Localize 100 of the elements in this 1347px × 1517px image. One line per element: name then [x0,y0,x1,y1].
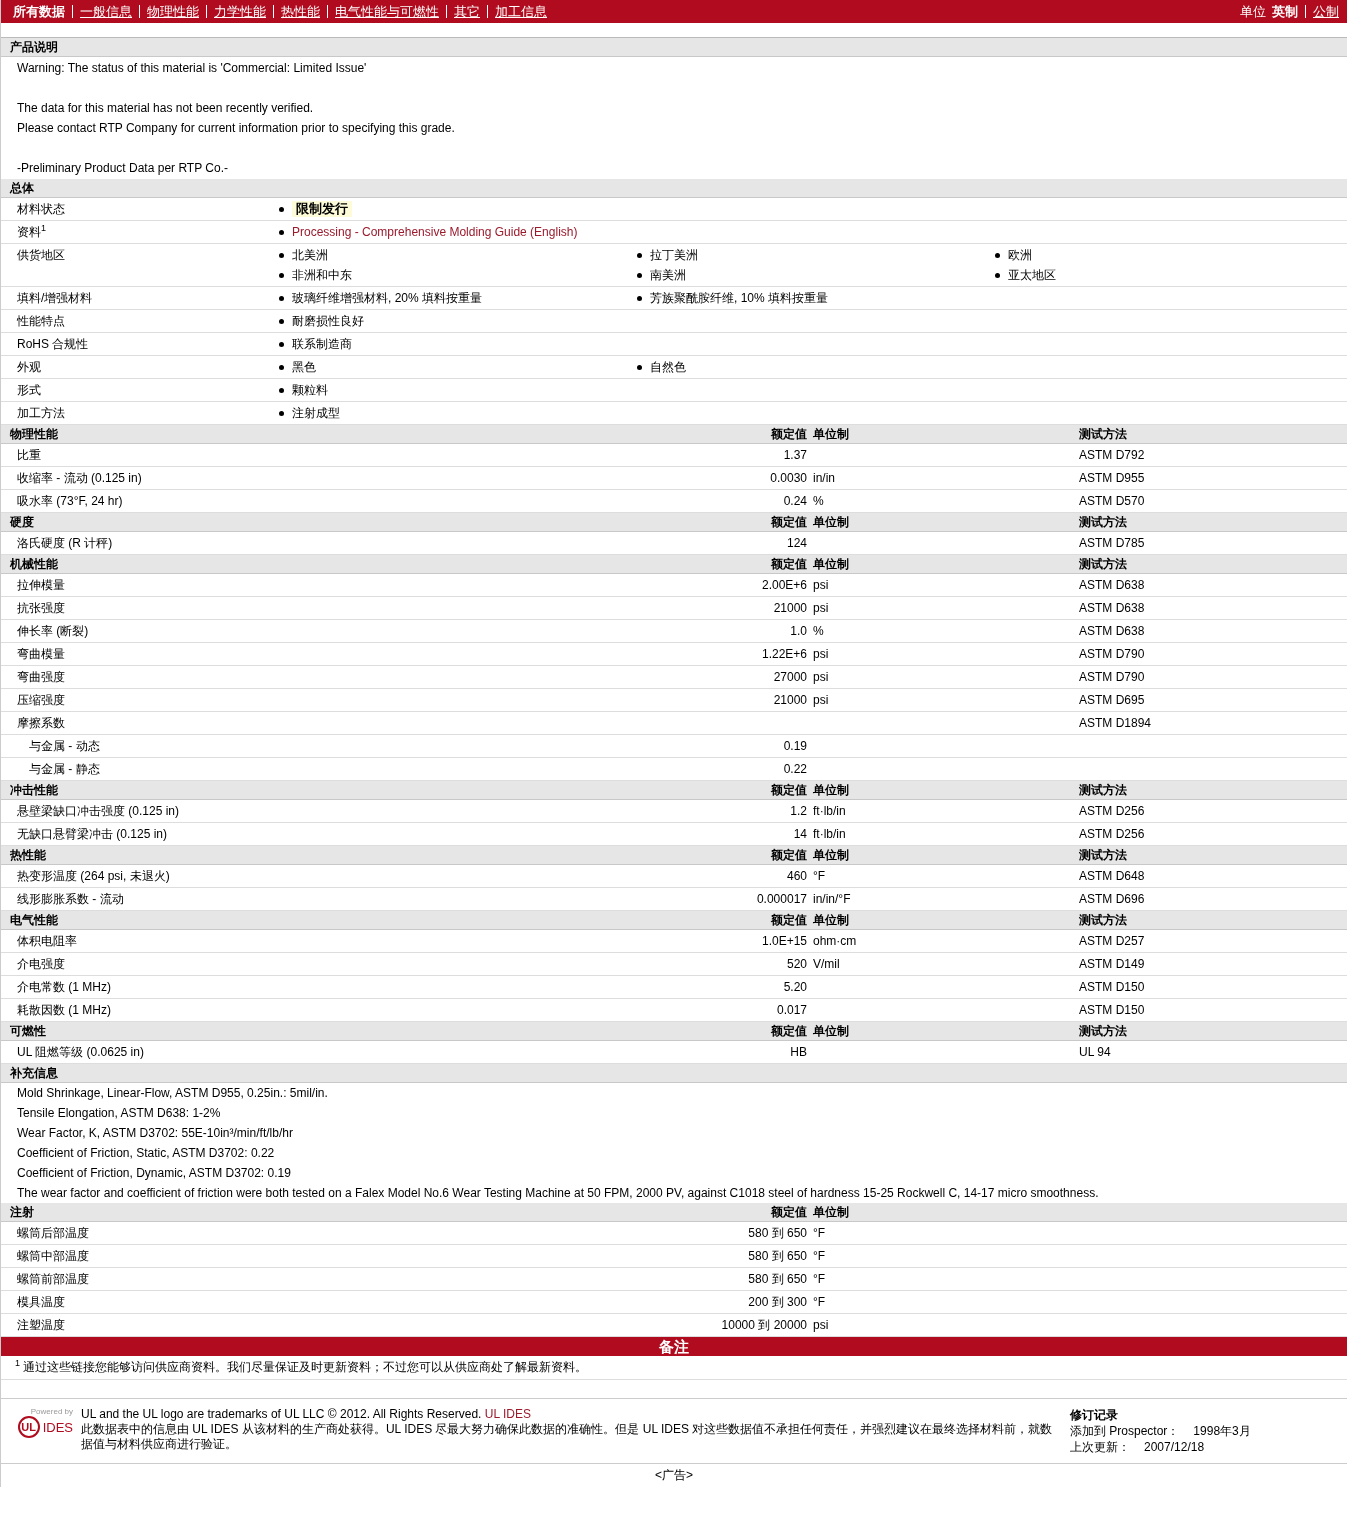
property-name: 拉伸模量 [16,576,66,594]
test-method: ASTM D638 [1079,601,1145,615]
nav-tab[interactable]: 加工信息 [487,5,547,18]
footnote-text: $^{1}$ 通过这些链接您能够访问供应商资料。我们尽量保证及时更新资料；不过您可以从供应商处了解最新资料。 [1,1356,1347,1380]
status-value: 限制发行 [292,201,352,217]
note-text: Coefficient of Friction, Dynamic, ASTM D3702: 0.19 [17,1165,292,1182]
nominal-value: 520 [786,957,807,971]
ul-ides-logo: Powered by UL IDES [7,1407,73,1438]
unit-value: % [813,494,824,508]
nominal-value: 0.0030 [770,471,807,485]
unit-value: in/in/°F [813,892,851,906]
section-header: 总体 [1,179,1347,198]
test-method: ASTM D257 [1079,934,1145,948]
property-value: 非洲和中东 [292,267,352,283]
nav-tab[interactable]: 物理性能 [139,5,199,18]
unit-value: psi [813,601,829,615]
description-text: Warning: The status of this material is 'Commercial: Limited Issue' [17,60,368,77]
section-header: 注射 额定值 单位制 [1,1203,1347,1222]
nav-tab[interactable]: 其它 [446,5,480,18]
document-link[interactable]: Processing - Comprehensive Molding Guide (English) [292,224,578,240]
test-method: ASTM D150 [1079,980,1145,994]
nominal-value: 1.2 [790,804,807,818]
bullet-icon [637,272,642,278]
property-value: 欧洲 [1008,247,1032,263]
bullet-icon [637,252,642,258]
nominal-value: 21000 [773,693,807,707]
property-value: 耐磨损性良好 [292,313,364,329]
nominal-value: 1.0E+15 [761,934,807,948]
section-header: 机械性能 额定值 单位制 测试方法 [1,555,1347,574]
nominal-value: HB [790,1045,807,1059]
unit-option[interactable]: 公制 [1305,5,1339,18]
property-name: 模具温度 [16,1293,66,1311]
bullet-icon [279,387,284,393]
test-method: ASTM D1894 [1079,716,1152,730]
unit-option[interactable]: 英制 [1272,5,1298,18]
bullet-icon [279,295,284,301]
section-header: 热性能 额定值 单位制 测试方法 [1,846,1347,865]
nominal-value: 0.017 [776,1003,807,1017]
revision-value: 1998年3月 [1193,1423,1251,1439]
ul-ides-link[interactable]: UL IDES [484,1407,531,1421]
nominal-value: 580 到 650 [748,1225,807,1240]
description-text: Please contact RTP Company for current information prior to specifying this grade. [17,120,456,137]
note-text: The wear factor and coefficient of friction were both tested on a Falex Model No.6 Wear Testing Machine at 50 FPM, 2000 PV, against C1018 steel of hardness 15-25 Rockwell C, 14-17 micro smoothness. [17,1185,1100,1202]
test-method: ASTM D256 [1079,827,1145,841]
property-value: 北美洲 [292,247,328,263]
description-text: The data for this material has not been recently verified. [17,100,315,117]
nominal-value: 0.000017 [756,892,807,906]
nav-tab[interactable]: 所有数据 [13,5,65,18]
property-value: 拉丁美洲 [650,247,698,263]
unit-value: °F [813,1272,826,1286]
section-header: 产品说明 [1,38,1347,57]
unit-value: V/mil [813,957,840,971]
property-value: 颗粒料 [292,382,328,398]
disclaimer-text: 此数据表中的信息由 UL IDES 从该材料的生产商处获得。UL IDES 尽最大努力确保此数据的准确性。但是 UL IDES 对这些数据值不承担任何责任，并强烈建议在最终选择材料前，就数据值与材料供应商进行验证。 [81,1422,1054,1452]
nav-tab[interactable]: 一般信息 [72,5,132,18]
test-method: ASTM D790 [1079,647,1145,661]
property-name: 洛氏硬度 (R 计秤) [16,534,114,552]
unit-value: psi [813,578,829,592]
section-header: 可燃性 额定值 单位制 测试方法 [1,1022,1347,1041]
property-value: 联系制造商 [292,336,352,352]
test-method: ASTM D638 [1079,624,1145,638]
property-label: 填料/增强材料 [16,290,94,306]
nav-tab[interactable]: 热性能 [273,5,320,18]
test-method: ASTM D570 [1079,494,1145,508]
property-label: RoHS 合规性 [16,336,90,352]
unit-value: °F [813,1226,826,1240]
property-name: 与金属 - 静态 [28,760,101,778]
nominal-value: 0.22 [783,762,807,776]
property-name: 收缩率 - 流动 (0.125 in) [16,469,143,487]
test-method: ASTM D696 [1079,892,1145,906]
nav-tab[interactable]: 力学性能 [206,5,266,18]
section-header: 物理性能 额定值 单位制 测试方法 [1,425,1347,444]
nominal-value: 21000 [773,601,807,615]
property-value: 玻璃纤维增强材料, 20% 填料按重量 [292,290,483,306]
nominal-value: 200 到 300 [748,1294,807,1309]
bullet-icon [279,341,284,347]
section-header: 电气性能 额定值 单位制 测试方法 [1,911,1347,930]
test-method: ASTM D149 [1079,957,1145,971]
unit-value: in/in [813,471,835,485]
unit-value: °F [813,1249,826,1263]
nominal-value: 1.0 [790,624,807,638]
property-label: 供货地区 [16,247,66,264]
bullet-icon [279,229,284,235]
property-label: 资料$^{1}$ [16,224,47,240]
unit-value: psi [813,1318,829,1332]
property-label: 性能特点 [16,313,66,329]
nav-tab[interactable]: 电气性能与可燃性 [327,5,439,18]
notes-header: 备注 [1,1337,1347,1356]
property-name: 螺筒前部温度 [16,1270,90,1288]
nominal-value: 5.20 [783,980,807,994]
bullet-icon [637,364,642,370]
nominal-value: 1.37 [783,448,807,462]
bullet-icon [279,252,284,258]
property-value: 芳族聚酰胺纤维, 10% 填料按重量 [650,290,829,306]
revision-label: 上次更新： [1070,1439,1130,1455]
unit-value: psi [813,693,829,707]
property-name: 与金属 - 动态 [28,737,101,755]
property-value: 自然色 [650,359,686,375]
property-name: 介电常数 (1 MHz) [16,978,112,996]
unit-value: ft·lb/in [813,804,846,818]
